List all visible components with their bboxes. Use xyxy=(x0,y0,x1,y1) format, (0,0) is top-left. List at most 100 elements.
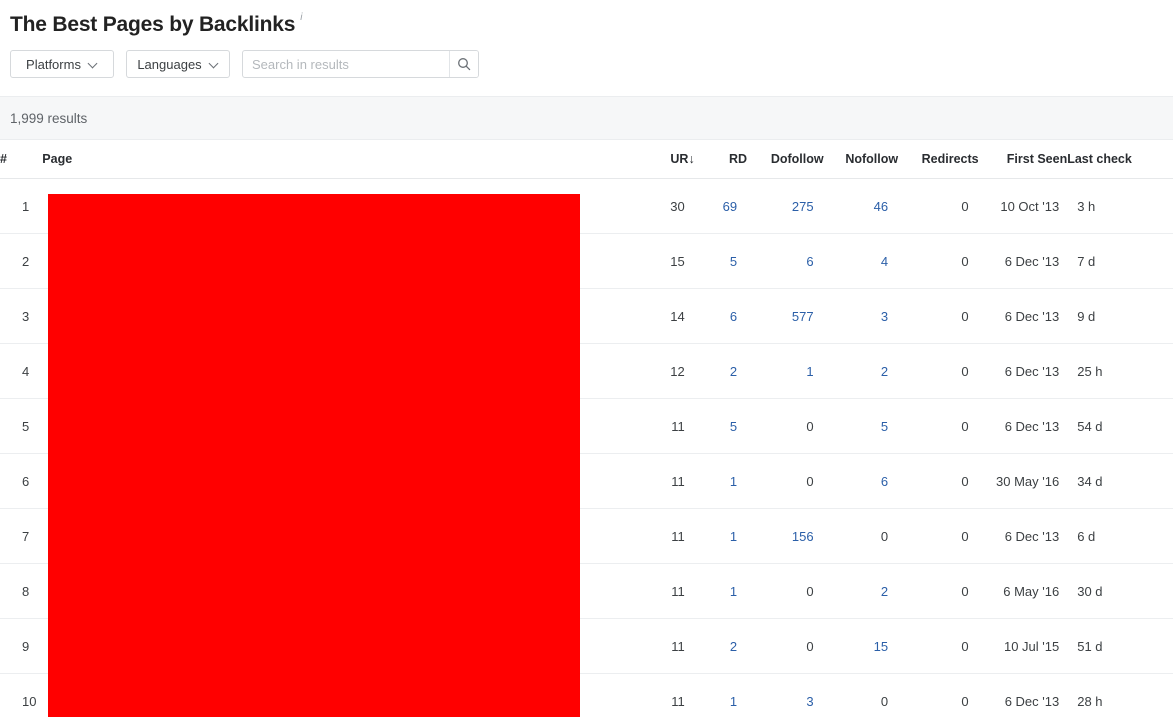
column-header-rd[interactable]: RD xyxy=(694,140,748,179)
nofollow-link[interactable]: 15 xyxy=(874,639,888,654)
column-header-nofollow[interactable]: Nofollow xyxy=(823,140,899,179)
rd-value[interactable]: 69 xyxy=(694,178,748,234)
nofollow-value[interactable]: 46 xyxy=(823,178,899,234)
rd-link[interactable]: 1 xyxy=(730,529,737,544)
dofollow-value[interactable]: 6 xyxy=(747,233,824,289)
chevron-down-icon xyxy=(210,60,219,69)
column-header-page[interactable]: Page xyxy=(42,140,637,179)
rd-link[interactable]: 2 xyxy=(730,639,737,654)
page-url-cell[interactable] xyxy=(42,563,637,619)
rd-value[interactable]: 2 xyxy=(694,618,748,674)
page-url-cell[interactable] xyxy=(42,288,637,344)
languages-dropdown[interactable]: Languages xyxy=(126,50,230,78)
last-check-value: 51 d xyxy=(1067,618,1173,674)
nofollow-value[interactable]: 5 xyxy=(823,398,899,454)
column-header-redirects[interactable]: Redirects xyxy=(898,140,979,179)
nofollow-link[interactable]: 46 xyxy=(874,199,888,214)
dofollow-link[interactable]: 3 xyxy=(806,694,813,709)
page-url-cell[interactable] xyxy=(42,673,637,722)
table-row: 10 11 1 3 0 0 6 Dec '13 28 h xyxy=(0,673,1173,722)
page-url-cell[interactable] xyxy=(42,618,637,674)
column-header-ur[interactable]: UR↓ xyxy=(636,140,695,179)
dofollow-value[interactable]: 3 xyxy=(747,673,824,722)
first-seen-value: 6 Dec '13 xyxy=(978,233,1068,289)
last-check-value: 3 h xyxy=(1067,178,1173,234)
rd-link[interactable]: 2 xyxy=(730,364,737,379)
rd-value[interactable]: 2 xyxy=(694,343,748,399)
redirects-value: 0 xyxy=(898,618,979,674)
table-row: 2 15 5 6 4 0 6 Dec '13 7 d xyxy=(0,233,1173,289)
page-url-cell[interactable] xyxy=(42,343,637,399)
info-icon[interactable]: i xyxy=(300,13,302,23)
column-header-dofollow[interactable]: Dofollow xyxy=(747,140,824,179)
dofollow-value[interactable]: 1 xyxy=(747,343,824,399)
sort-descending-icon: ↓ xyxy=(688,152,695,166)
rd-link[interactable]: 5 xyxy=(730,419,737,434)
nofollow-value[interactable]: 4 xyxy=(823,233,899,289)
row-index: 3 xyxy=(0,288,43,344)
first-seen-value: 6 May '16 xyxy=(978,563,1068,619)
rd-value[interactable]: 5 xyxy=(694,398,748,454)
dofollow-value[interactable]: 577 xyxy=(747,288,824,344)
rd-value[interactable]: 1 xyxy=(694,673,748,722)
first-seen-value: 30 May '16 xyxy=(978,453,1068,509)
dofollow-link[interactable]: 1 xyxy=(806,364,813,379)
row-index: 1 xyxy=(0,178,43,234)
table-row: 3 14 6 577 3 0 6 Dec '13 9 d xyxy=(0,288,1173,344)
dofollow-value[interactable]: 156 xyxy=(747,508,824,564)
last-check-value: 30 d xyxy=(1067,563,1173,619)
column-header-num[interactable]: # xyxy=(0,140,43,179)
dofollow-zero: 0 xyxy=(806,418,814,434)
rd-link[interactable]: 1 xyxy=(730,584,737,599)
rd-link[interactable]: 1 xyxy=(730,474,737,489)
page-url-cell[interactable] xyxy=(42,453,637,509)
page-url-cell[interactable] xyxy=(42,178,637,234)
first-seen-value: 6 Dec '13 xyxy=(978,288,1068,344)
nofollow-value[interactable]: 15 xyxy=(823,618,899,674)
nofollow-value[interactable]: 2 xyxy=(823,563,899,619)
filter-bar: Platforms Languages xyxy=(0,38,1173,78)
rd-link[interactable]: 5 xyxy=(730,254,737,269)
row-index: 9 xyxy=(0,618,43,674)
dofollow-link[interactable]: 275 xyxy=(792,199,814,214)
nofollow-value[interactable]: 2 xyxy=(823,343,899,399)
dofollow-link[interactable]: 156 xyxy=(792,529,814,544)
rd-value[interactable]: 5 xyxy=(694,233,748,289)
nofollow-link[interactable]: 3 xyxy=(881,309,888,324)
table-header-row: # Page UR↓ RD Dofollow Nofollow Redirect… xyxy=(0,140,1173,179)
rd-value[interactable]: 1 xyxy=(694,508,748,564)
nofollow-link[interactable]: 2 xyxy=(881,364,888,379)
languages-dropdown-label: Languages xyxy=(137,56,202,72)
row-index: 8 xyxy=(0,563,43,619)
rd-value[interactable]: 6 xyxy=(694,288,748,344)
rd-link[interactable]: 1 xyxy=(730,694,737,709)
row-index: 7 xyxy=(0,508,43,564)
page-url-cell[interactable] xyxy=(42,398,637,454)
page-url-cell[interactable] xyxy=(42,233,637,289)
nofollow-link[interactable]: 5 xyxy=(881,419,888,434)
dofollow-link[interactable]: 6 xyxy=(806,254,813,269)
rd-link[interactable]: 6 xyxy=(730,309,737,324)
nofollow-link[interactable]: 4 xyxy=(881,254,888,269)
redirects-value: 0 xyxy=(898,288,979,344)
nofollow-value[interactable]: 6 xyxy=(823,453,899,509)
platforms-dropdown[interactable]: Platforms xyxy=(10,50,114,78)
table-row: 8 11 1 0 2 0 6 May '16 30 d xyxy=(0,563,1173,619)
nofollow-link[interactable]: 6 xyxy=(881,474,888,489)
column-header-first-seen[interactable]: First Seen xyxy=(978,140,1068,179)
search-box xyxy=(242,50,479,78)
search-input[interactable] xyxy=(243,51,449,77)
nofollow-link[interactable]: 2 xyxy=(881,584,888,599)
rd-value[interactable]: 1 xyxy=(694,563,748,619)
column-header-last-check[interactable]: Last check xyxy=(1067,140,1173,179)
rd-value[interactable]: 1 xyxy=(694,453,748,509)
results-count: 1,999 results xyxy=(10,110,88,126)
nofollow-value[interactable]: 3 xyxy=(823,288,899,344)
dofollow-value[interactable]: 275 xyxy=(747,178,824,234)
search-button[interactable] xyxy=(449,51,478,77)
page-url-cell[interactable] xyxy=(42,508,637,564)
redirects-value: 0 xyxy=(898,343,979,399)
dofollow-link[interactable]: 577 xyxy=(792,309,814,324)
rd-link[interactable]: 69 xyxy=(723,199,737,214)
last-check-value: 6 d xyxy=(1067,508,1173,564)
